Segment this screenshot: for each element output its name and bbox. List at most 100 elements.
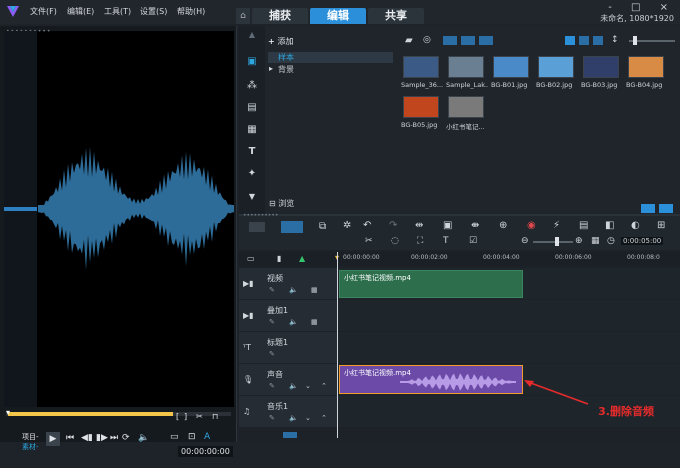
tab-edit[interactable]: 编辑 [310,8,366,24]
record-icon[interactable]: ◎ [423,35,431,45]
track-body[interactable] [337,332,680,363]
checkbox-tool-icon[interactable]: ☑ [469,236,477,246]
media-thumbnail[interactable] [448,56,484,78]
edit-icon[interactable]: ✎ [269,414,275,422]
volume-icon[interactable]: 🔈 [289,414,298,422]
layout-icon[interactable]: ⊞ [657,220,665,231]
record-capture-icon[interactable]: ▣ [443,220,452,231]
track-manager-icon[interactable]: ⧉ [319,221,326,232]
lasso-icon[interactable]: ◌ [391,236,399,246]
chevron-up-icon[interactable]: ⌃ [321,382,327,390]
edit-icon[interactable]: ✎ [269,286,275,294]
speech-icon[interactable]: ◐ [631,220,640,231]
edit-icon[interactable]: ✎ [269,382,275,390]
volume-icon[interactable]: 🔈 [289,382,298,390]
media-thumbnail[interactable] [448,96,484,118]
track-body[interactable] [337,300,680,331]
browse-button[interactable]: ⊟ 浏览 [269,198,294,209]
volume-icon[interactable]: 🔈 [289,318,298,326]
mask-icon[interactable]: ◧ [605,220,614,231]
play-button[interactable]: ▶ [46,432,60,446]
mark-in-icon[interactable]: [ [176,412,179,421]
playhead-handle[interactable]: ▾ [6,408,10,417]
menu-tools[interactable]: 工具(T) [104,6,131,17]
media-thumbnail[interactable] [403,56,439,78]
zoom-out-icon[interactable]: ⊖ [521,236,529,246]
split-audio-icon[interactable]: ⇼ [471,220,479,231]
list-view-icon[interactable] [565,36,575,45]
folder-item-background[interactable]: ▸ 背景 [268,64,393,75]
display-icon[interactable]: ▭ [170,432,179,442]
edit-icon[interactable]: ✎ [269,318,275,326]
grid-icon[interactable]: ▦ [311,318,318,326]
menu-edit[interactable]: 编辑(E) [67,6,94,17]
instant-project-icon[interactable]: ▤ [245,102,259,116]
track-options-icon[interactable]: ▭ [247,254,255,263]
chevron-down-icon[interactable]: ⌄ [305,382,311,390]
media-icon[interactable]: ▣ [245,56,259,70]
show-audio-icon[interactable] [479,36,493,45]
time-ruler[interactable]: 00:00:00:00 00:00:02:00 00:00:04:00 00:0… [335,252,680,266]
text-tool-icon[interactable]: T [443,236,449,246]
edit-icon[interactable]: ✎ [269,350,275,358]
home-button[interactable]: ⌂ [236,8,250,24]
text-a-icon[interactable]: A [204,432,210,442]
sort-icon[interactable]: ↕ [611,35,619,45]
folder-open-icon[interactable]: ▰ [405,35,413,46]
panel-option-icon[interactable] [641,204,655,213]
tab-capture[interactable]: 捕获 [252,8,308,24]
chevron-down-icon[interactable]: ⌄ [305,414,311,422]
track-body[interactable]: 小红书笔记视频.mp4 [337,268,680,299]
enable-track-icon[interactable]: ▲ [299,254,305,263]
fit-project-icon[interactable]: ▦ [591,236,600,246]
zoom-knob[interactable] [555,237,559,246]
zoom-slider[interactable] [533,241,573,243]
motion-icon[interactable]: ⚡ [553,220,560,231]
collapse-down-icon[interactable]: ▼ [245,192,259,206]
collapse-up-icon[interactable]: ▲ [245,30,259,44]
magic-tool-icon[interactable]: ✲ [343,220,351,231]
storyboard-view-icon[interactable] [249,222,265,232]
filter-icon[interactable]: ✦ [245,168,259,182]
transition-icon[interactable]: ⁂ [245,80,259,94]
thumb-view-icon[interactable] [579,36,589,45]
subtitle-icon[interactable]: ▤ [579,220,588,231]
folder-item-sample[interactable]: 样本 [268,52,393,63]
slider-knob[interactable] [633,36,637,45]
auto-music-icon[interactable]: ✂ [365,236,373,246]
split-icon[interactable]: ⊓ [212,412,218,421]
cut-icon[interactable]: ✂ [196,412,203,421]
chevron-up-icon[interactable]: ⌃ [321,414,327,422]
mode-clip-label[interactable]: 素材- [22,442,39,452]
volume-icon[interactable]: 🔈 [289,286,298,294]
audio-clip[interactable]: 小红书笔记视频.mp4 [339,365,523,394]
zoom-in-icon[interactable]: ⊕ [575,236,583,246]
graphics-icon[interactable]: ▦ [245,124,259,138]
track-body[interactable]: 小红书笔记视频.mp4 [337,364,680,395]
zoom-timecode[interactable]: 0:00:05:00 [621,237,664,245]
mark-out-icon[interactable]: ] [184,412,187,421]
menu-file[interactable]: 文件(F) [30,6,57,17]
add-folder-button[interactable]: + 添加 [268,36,294,47]
media-thumbnail[interactable] [493,56,529,78]
grid-view-icon[interactable] [593,36,603,45]
multi-trim-icon[interactable]: ⊕ [499,220,507,231]
redo-icon[interactable]: ↷ [389,220,397,231]
video-clip[interactable]: 小红书笔记视频.mp4 [339,270,523,298]
crop-icon[interactable]: ⛶ [417,236,423,246]
timecode-display[interactable]: 00:00:00:00 [178,446,233,457]
timeline-view-icon[interactable] [281,221,303,233]
title-icon[interactable]: T [245,146,259,160]
mode-project-label[interactable]: 项目- [22,432,39,442]
media-thumbnail[interactable] [628,56,664,78]
menu-settings[interactable]: 设置(S) [140,6,167,17]
snapshot-icon[interactable]: ⊡ [188,432,196,442]
grid-icon[interactable]: ▦ [311,286,318,294]
color-correction-icon[interactable]: ◉ [527,220,536,231]
media-thumbnail[interactable] [583,56,619,78]
undo-icon[interactable]: ↶ [363,220,371,231]
fit-icon[interactable]: ⇹ [415,220,423,231]
menu-help[interactable]: 帮助(H) [177,6,205,17]
ripple-icon[interactable]: ▮ [277,254,281,263]
panel-option2-icon[interactable] [659,204,673,213]
